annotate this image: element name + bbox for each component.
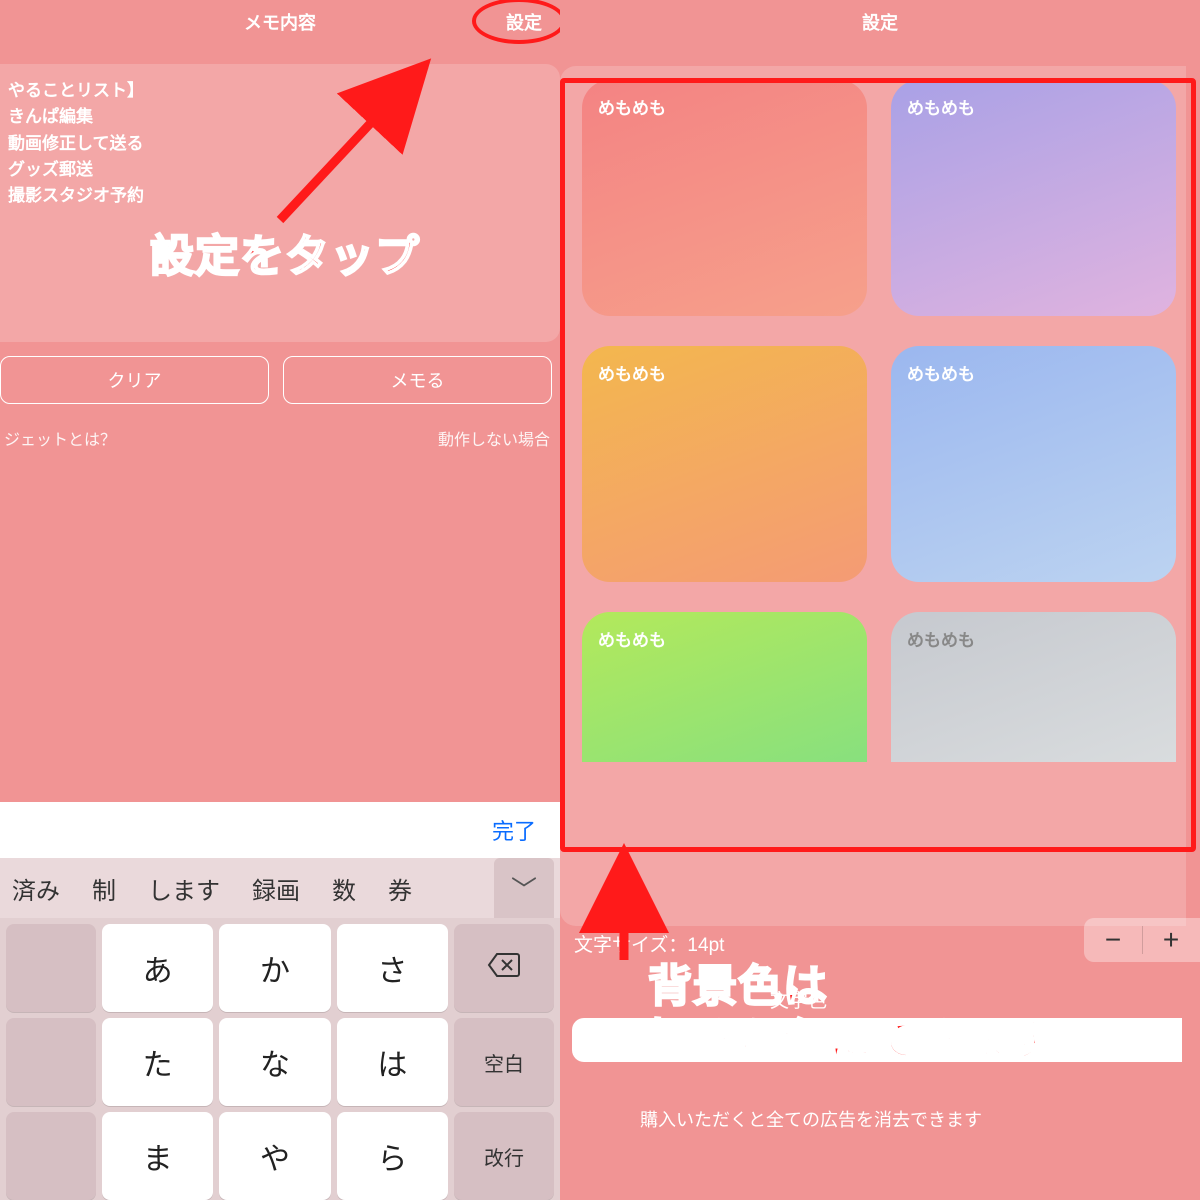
button-row: クリア メモる bbox=[0, 356, 552, 404]
suggestion[interactable]: 済み bbox=[6, 871, 66, 906]
widget-help-link[interactable]: ジェットとは？ bbox=[4, 426, 116, 450]
background-color-grid: めもめも めもめも めもめも めもめも めもめも めもめも bbox=[582, 80, 1176, 762]
swatch-label: めもめも bbox=[907, 365, 975, 384]
color-swatch-red[interactable]: めもめも bbox=[582, 80, 867, 316]
key-blank[interactable] bbox=[6, 1018, 96, 1106]
key-na[interactable]: な bbox=[219, 1018, 330, 1106]
color-swatch-grey[interactable]: めもめも bbox=[891, 612, 1176, 762]
key-ra[interactable]: ら bbox=[337, 1112, 448, 1200]
annotation-bg-color: 背景色は 好きな色にできます bbox=[648, 960, 1053, 1067]
suggestion[interactable]: します bbox=[142, 871, 226, 906]
key-return[interactable]: 改行 bbox=[454, 1112, 554, 1200]
keyboard-done-button[interactable]: 完了 bbox=[492, 814, 536, 846]
keyboard-suggestion-row: 済み 制 します 録画 数 券 ﹀ bbox=[0, 858, 560, 918]
color-swatch-purple[interactable]: めもめも bbox=[891, 80, 1176, 316]
keyboard: 完了 済み 制 します 録画 数 券 ﹀ あ か さ た な は 空白 bbox=[0, 802, 560, 1200]
memo-button[interactable]: メモる bbox=[283, 356, 552, 404]
annotation-arrow-icon bbox=[584, 840, 664, 975]
troubleshoot-link[interactable]: 動作しない場合 bbox=[438, 426, 550, 450]
memo-title: メモ内容 bbox=[244, 9, 316, 35]
memo-screen: メモ内容 設定 やることリスト】 きんぱ編集 動画修正して送る グッズ郵送 撮影… bbox=[0, 0, 560, 1200]
key-space[interactable]: 空白 bbox=[454, 1018, 554, 1106]
color-swatch-blue[interactable]: めもめも bbox=[891, 346, 1176, 582]
font-size-minus-button[interactable]: − bbox=[1084, 918, 1142, 962]
suggestion[interactable]: 録画 bbox=[246, 871, 306, 906]
swatch-label: めもめも bbox=[907, 631, 975, 650]
annotation-line: 好きな色にできます bbox=[648, 1014, 1053, 1068]
purchase-note: 購入いただくと全ての広告を消去できます bbox=[640, 1106, 982, 1132]
key-sa[interactable]: さ bbox=[337, 924, 448, 1012]
delete-icon bbox=[487, 952, 521, 984]
clear-button[interactable]: クリア bbox=[0, 356, 269, 404]
color-swatch-orange[interactable]: めもめも bbox=[582, 346, 867, 582]
memo-header: メモ内容 設定 bbox=[0, 0, 560, 44]
chevron-down-icon[interactable]: ﹀ bbox=[494, 858, 554, 918]
swatch-label: めもめも bbox=[598, 365, 666, 384]
key-delete[interactable] bbox=[454, 924, 554, 1012]
hint-row: ジェットとは？ 動作しない場合 bbox=[4, 426, 550, 450]
keyboard-grid: あ か さ た な は 空白 ま や ら 改行 bbox=[0, 918, 560, 1200]
key-ma[interactable]: ま bbox=[102, 1112, 213, 1200]
annotation-line: 背景色は bbox=[648, 960, 1053, 1014]
font-size-stepper: − + bbox=[1084, 918, 1200, 962]
annotation-ellipse bbox=[472, 0, 566, 44]
key-blank[interactable] bbox=[6, 924, 96, 1012]
settings-panel: めもめも めもめも めもめも めもめも めもめも めもめも bbox=[560, 66, 1186, 926]
swatch-label: めもめも bbox=[907, 99, 975, 118]
keyboard-accessory-bar: 完了 bbox=[0, 802, 560, 858]
swatch-label: めもめも bbox=[598, 99, 666, 118]
color-swatch-green[interactable]: めもめも bbox=[582, 612, 867, 762]
swatch-label: めもめも bbox=[598, 631, 666, 650]
suggestion[interactable]: 制 bbox=[86, 871, 122, 906]
key-ha[interactable]: は bbox=[337, 1018, 448, 1106]
settings-title: 設定 bbox=[862, 9, 898, 35]
key-ya[interactable]: や bbox=[219, 1112, 330, 1200]
key-a[interactable]: あ bbox=[102, 924, 213, 1012]
key-ka[interactable]: か bbox=[219, 924, 330, 1012]
suggestion[interactable]: 券 bbox=[382, 871, 418, 906]
settings-header: 設定 bbox=[560, 0, 1200, 44]
key-blank[interactable] bbox=[6, 1112, 96, 1200]
font-size-plus-button[interactable]: + bbox=[1142, 918, 1200, 962]
suggestion[interactable]: 数 bbox=[326, 871, 362, 906]
annotation-arrow-icon bbox=[260, 50, 460, 235]
key-ta[interactable]: た bbox=[102, 1018, 213, 1106]
